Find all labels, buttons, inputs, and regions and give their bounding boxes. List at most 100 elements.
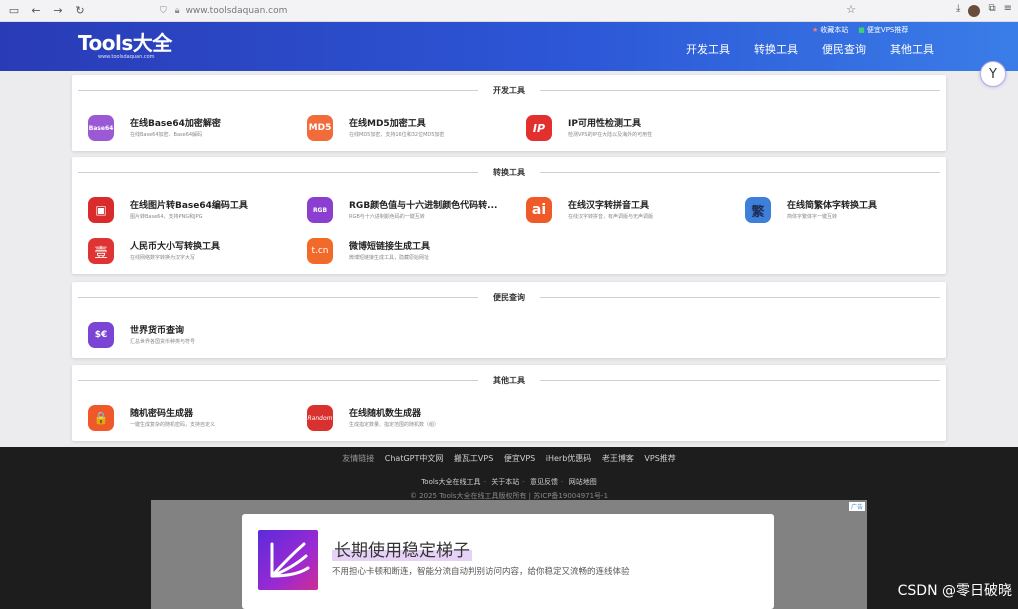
tool-desc: 微博短链接生成工具，隐藏原始网址 [349, 255, 430, 261]
tool-simplified-traditional[interactable]: 繁 在线简繁体字转换工具 简体字繁体字一键互转 [729, 197, 939, 225]
tool-desc: 汇总世界各国货币种类与符号 [130, 339, 196, 345]
ad-logo-icon [258, 530, 318, 590]
friend-links-label: 友情链接 [342, 454, 375, 463]
avatar[interactable] [968, 5, 981, 17]
footer-link-sitemap[interactable]: 网站地图 [569, 478, 597, 486]
friend-link[interactable]: ChatGPT中文网 [385, 454, 444, 463]
shortlink-icon: t.cn [307, 238, 333, 264]
tool-desc: 图片转Base64，支持PNG和JPG [130, 214, 203, 220]
tool-name[interactable]: 在线MD5加密工具 [349, 116, 426, 129]
tool-name[interactable]: 在线Base64加密解密 [130, 116, 221, 129]
section-title: 其他工具 [72, 375, 946, 386]
footer-link-about[interactable]: 关于本站 [491, 478, 519, 486]
tool-desc: RGB与十六进制颜色码的一键互转 [349, 214, 425, 220]
ad-badge[interactable]: 广告 [848, 502, 865, 511]
md5-icon: MD5 [307, 115, 333, 141]
vps-link[interactable]: ■ 便宜VPS推荐 [858, 25, 908, 35]
friend-link[interactable]: VPS推荐 [644, 454, 675, 463]
section-convert-tools: 转换工具 ▣ 在线图片转Base64编码工具 图片转Base64，支持PNG和J… [72, 157, 946, 274]
footer-links: Tools大全在线工具 - 关于本站 - 意见反馈 - 网站地图 [421, 478, 597, 486]
rgb-icon: RGB [307, 197, 333, 223]
tool-image-base64[interactable]: ▣ 在线图片转Base64编码工具 图片转Base64，支持PNG和JPG [72, 197, 282, 225]
footer-link-feedback[interactable]: 意见反馈 [530, 478, 558, 486]
section-title: 便民查询 [72, 292, 946, 303]
star-icon: ★ [812, 26, 819, 34]
shield-icon[interactable]: ⛉ [160, 6, 167, 16]
ad-description: 不用担心卡顿和断连，智能分流自动判别访问内容，给你稳定又流畅的连线体验 [332, 567, 630, 577]
tool-name[interactable]: 人民币大小写转换工具 [130, 239, 220, 252]
tool-rmb-uppercase[interactable]: 壹 人民币大小写转换工具 在线网络数字转换为汉字大写 [72, 238, 282, 266]
tool-name[interactable]: 在线图片转Base64编码工具 [130, 198, 248, 211]
address-bar[interactable]: ⛉ 🔒︎ www.toolsdaquan.com ☆ [160, 3, 890, 19]
rmb-icon: 壹 [88, 238, 114, 264]
sidebar-icon[interactable]: ▭ [6, 3, 22, 19]
nav-lookup[interactable]: 便民查询 [822, 41, 866, 57]
tool-desc: 一键生成复杂的随机密码，支持自定义 [130, 422, 216, 428]
tool-pinyin[interactable]: ai 在线汉字转拼音工具 在线汉字转拼音，有声调版与无声调版 [510, 197, 720, 225]
base64-icon: Base64 [88, 115, 114, 141]
ad-card[interactable]: 长期使用稳定梯子 不用担心卡顿和断连，智能分流自动判别访问内容，给你稳定又流畅的… [242, 514, 774, 609]
menu-icon[interactable]: ≡ [1004, 3, 1012, 17]
tool-desc: 在线MD5加密，支持16位和32位MD5加密 [349, 132, 445, 138]
section-lookup: 便民查询 $€ 世界货币查询 汇总世界各国货币种类与符号 [72, 282, 946, 358]
watermark-text: CSDN @零日破晓 [897, 583, 1012, 599]
tool-name[interactable]: IP可用性检测工具 [568, 116, 641, 129]
assistant-icon[interactable]: Y [980, 61, 1006, 87]
nav-convert-tools[interactable]: 转换工具 [754, 41, 798, 57]
tool-desc: 在线汉字转拼音，有声调版与无声调版 [568, 214, 654, 220]
extensions-icon[interactable]: ⧉ [988, 3, 995, 17]
tool-weibo-shortlink[interactable]: t.cn 微博短链接生成工具 微博短链接生成工具，隐藏原始网址 [291, 238, 501, 266]
logo-text[interactable]: Tools大全 [78, 32, 172, 54]
pinyin-icon: ai [526, 197, 552, 223]
random-icon: Random [307, 405, 333, 431]
tool-ip-check[interactable]: IP IP可用性检测工具 检测VPS的IP在大陆以及海外的可用性 [510, 115, 720, 143]
friend-links: 友情链接 ChatGPT中文网 搬瓦工VPS 便宜VPS iHerb优惠码 老王… [0, 453, 1018, 464]
section-title: 开发工具 [72, 85, 946, 96]
tool-desc: 在线网络数字转换为汉字大写 [130, 255, 196, 261]
main-nav: 开发工具 转换工具 便民查询 其他工具 [686, 41, 934, 57]
star-icon[interactable]: ☆ [846, 3, 856, 16]
footer-link-home[interactable]: Tools大全在线工具 [421, 478, 480, 486]
tool-desc: 简体字繁体字一键互转 [787, 214, 838, 220]
tool-name[interactable]: RGB颜色值与十六进制颜色代码转... [349, 198, 497, 211]
lock-icon[interactable]: 🔒︎ [175, 6, 180, 16]
tool-name[interactable]: 在线随机数生成器 [349, 406, 421, 419]
friend-link[interactable]: iHerb优惠码 [546, 454, 592, 463]
tool-random-number[interactable]: Random 在线随机数生成器 生成指定数量、指定范围的随机数（组） [291, 405, 501, 433]
tool-name[interactable]: 微博短链接生成工具 [349, 239, 430, 252]
site-logo[interactable]: Tools大全 www.toolsdaquan.com [78, 32, 172, 60]
nav-other-tools[interactable]: 其他工具 [890, 41, 934, 57]
tool-base64[interactable]: Base64 在线Base64加密解密 在线Base64加密、Base64解码 [72, 115, 282, 143]
section-title: 转换工具 [72, 167, 946, 178]
tool-name[interactable]: 世界货币查询 [130, 323, 184, 336]
lock-icon: 🔒 [88, 405, 114, 431]
tool-name[interactable]: 在线汉字转拼音工具 [568, 198, 649, 211]
friend-link[interactable]: 老王博客 [602, 454, 634, 463]
tool-desc: 检测VPS的IP在大陆以及海外的可用性 [568, 132, 653, 138]
ad-banner[interactable]: 广告 长期使用稳定梯子 不用担心卡顿和断连，智能分流自动判别访问内容，给你稳定又… [151, 500, 867, 609]
download-icon[interactable]: ⤓ [956, 3, 960, 17]
ad-title[interactable]: 长期使用稳定梯子 [332, 536, 472, 561]
tool-desc: 在线Base64加密、Base64解码 [130, 132, 203, 138]
top-links: ★ 收藏本站 ■ 便宜VPS推荐 [812, 25, 908, 35]
nav-dev-tools[interactable]: 开发工具 [686, 41, 730, 57]
site-header: Tools大全 www.toolsdaquan.com ★ 收藏本站 ■ 便宜VPS… [0, 22, 1018, 71]
tool-name[interactable]: 在线简繁体字转换工具 [787, 198, 877, 211]
tool-password-generator[interactable]: 🔒 随机密码生成器 一键生成复杂的随机密码，支持自定义 [72, 405, 282, 433]
tool-name[interactable]: 随机密码生成器 [130, 406, 193, 419]
section-other-tools: 其他工具 🔒 随机密码生成器 一键生成复杂的随机密码，支持自定义 Random … [72, 365, 946, 441]
bookmark-link[interactable]: ★ 收藏本站 [812, 25, 848, 35]
currency-icon: $€ [88, 322, 114, 348]
tool-md5[interactable]: MD5 在线MD5加密工具 在线MD5加密，支持16位和32位MD5加密 [291, 115, 501, 143]
tool-currency[interactable]: $€ 世界货币查询 汇总世界各国货币种类与符号 [72, 322, 282, 350]
ip-icon: IP [526, 115, 552, 141]
reload-icon[interactable]: ↻ [72, 3, 88, 19]
tool-desc: 生成指定数量、指定范围的随机数（组） [349, 422, 440, 428]
forward-icon[interactable]: → [50, 3, 66, 19]
friend-link[interactable]: 便宜VPS [504, 454, 535, 463]
back-icon[interactable]: ← [28, 3, 44, 19]
friend-link[interactable]: 搬瓦工VPS [454, 454, 493, 463]
url-text[interactable]: www.toolsdaquan.com [186, 6, 288, 16]
tool-rgb-hex[interactable]: RGB RGB颜色值与十六进制颜色代码转... RGB与十六进制颜色码的一键互转 [291, 197, 501, 225]
browser-toolbar: ▭ ← → ↻ ⛉ 🔒︎ www.toolsdaquan.com ☆ ⤓ ⧉ ≡ [0, 0, 1018, 22]
